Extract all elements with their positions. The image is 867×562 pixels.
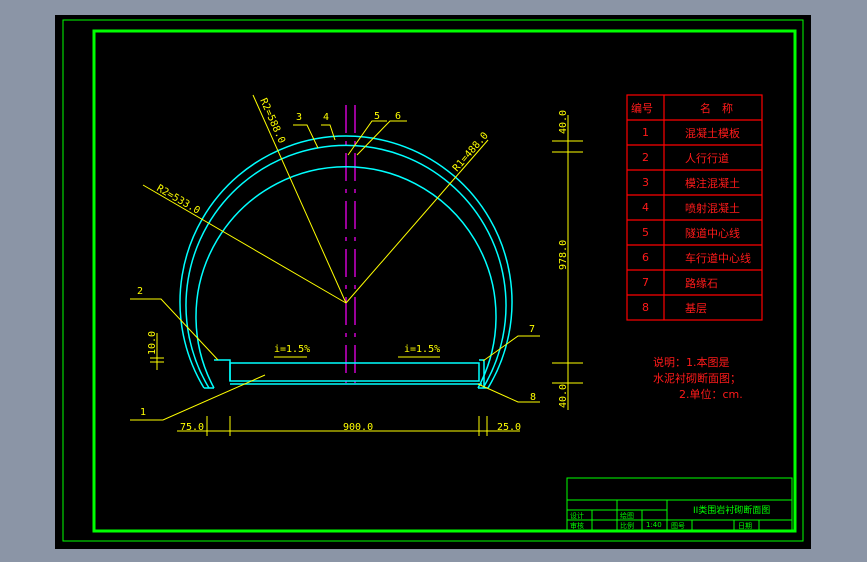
row-no: 1: [642, 126, 649, 139]
tb-drawing-no: 图号: [671, 522, 685, 530]
tb-scale-label: 比例: [620, 521, 634, 530]
tb-date: 日期: [738, 522, 752, 530]
callout-6: 6: [395, 111, 401, 122]
row-no: 3: [642, 176, 649, 189]
slope-left: i=1.5%: [274, 344, 310, 355]
dim-height: 978.0: [558, 240, 569, 270]
callout-2: 2: [137, 286, 143, 297]
row-name: 路缘石: [685, 277, 718, 290]
row-no: 6: [642, 251, 649, 264]
row-no: 5: [642, 226, 649, 239]
row-name: 基层: [685, 302, 707, 315]
callout-3: 3: [296, 112, 302, 123]
dim-road-width: 900.0: [343, 422, 373, 433]
dim-walk-height: 10.0: [147, 331, 158, 355]
row-no: 8: [642, 301, 649, 314]
row-name: 模注混凝土: [685, 176, 740, 190]
dim-top-thk: 40.0: [558, 110, 569, 134]
callout-1: 1: [140, 407, 146, 418]
tb-scale: 1:40: [646, 521, 662, 529]
tb-drawn: 绘图: [620, 511, 634, 520]
row-name: 人行行道: [685, 151, 729, 165]
row-no: 7: [642, 276, 649, 289]
cad-drawing: R2=588.0 R2=533.0 R1=488.0 2 1 3 4 5 6 7…: [55, 15, 811, 549]
callout-4: 4: [323, 112, 329, 123]
dim-bottom-thk: 40.0: [558, 384, 569, 408]
row-name: 隧道中心线: [685, 226, 740, 240]
note-line-3: 2.单位：cm.: [679, 387, 743, 401]
row-name: 混凝土模板: [685, 126, 740, 140]
note-line-1: 说明：1.本图是: [653, 355, 730, 369]
row-no: 4: [642, 201, 649, 214]
row-no: 2: [642, 151, 649, 164]
dim-right-curb: 25.0: [497, 422, 521, 433]
note-line-2: 水泥衬砌断面图；: [653, 371, 741, 385]
row-name: 喷射混凝土: [685, 201, 740, 215]
slope-right: i=1.5%: [404, 344, 440, 355]
table-header-no: 编号: [631, 101, 653, 115]
tb-review: 审核: [570, 521, 584, 530]
dim-left-walk: 75.0: [180, 422, 204, 433]
tb-title: II类围岩衬砌断面图: [693, 504, 770, 516]
callout-8: 8: [530, 392, 536, 403]
tb-design: 设计: [570, 511, 584, 520]
row-name: 车行道中心线: [685, 251, 751, 265]
callout-7: 7: [529, 324, 535, 335]
table-header-name: 名 称: [700, 101, 733, 115]
callout-5: 5: [374, 111, 380, 122]
